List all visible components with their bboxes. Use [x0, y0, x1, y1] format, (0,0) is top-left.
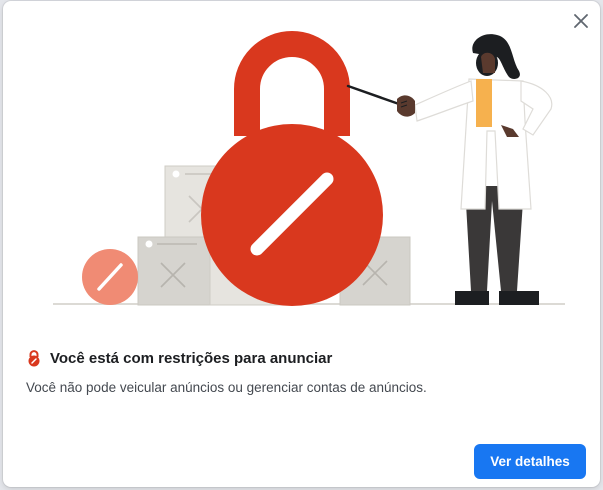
restriction-dialog: Você está com restrições para anunciar V… [3, 1, 600, 487]
presenter-figure [397, 34, 553, 305]
restricted-badge [82, 249, 138, 305]
title-row: Você está com restrições para anunciar [26, 350, 332, 367]
dialog-title: Você está com restrições para anunciar [50, 350, 333, 367]
large-lock [201, 31, 383, 306]
view-details-button[interactable]: Ver detalhes [474, 444, 586, 479]
lock-icon [28, 350, 40, 367]
restriction-illustration [53, 31, 565, 306]
dialog-description: Você não pode veicular anúncios ou geren… [26, 380, 427, 395]
